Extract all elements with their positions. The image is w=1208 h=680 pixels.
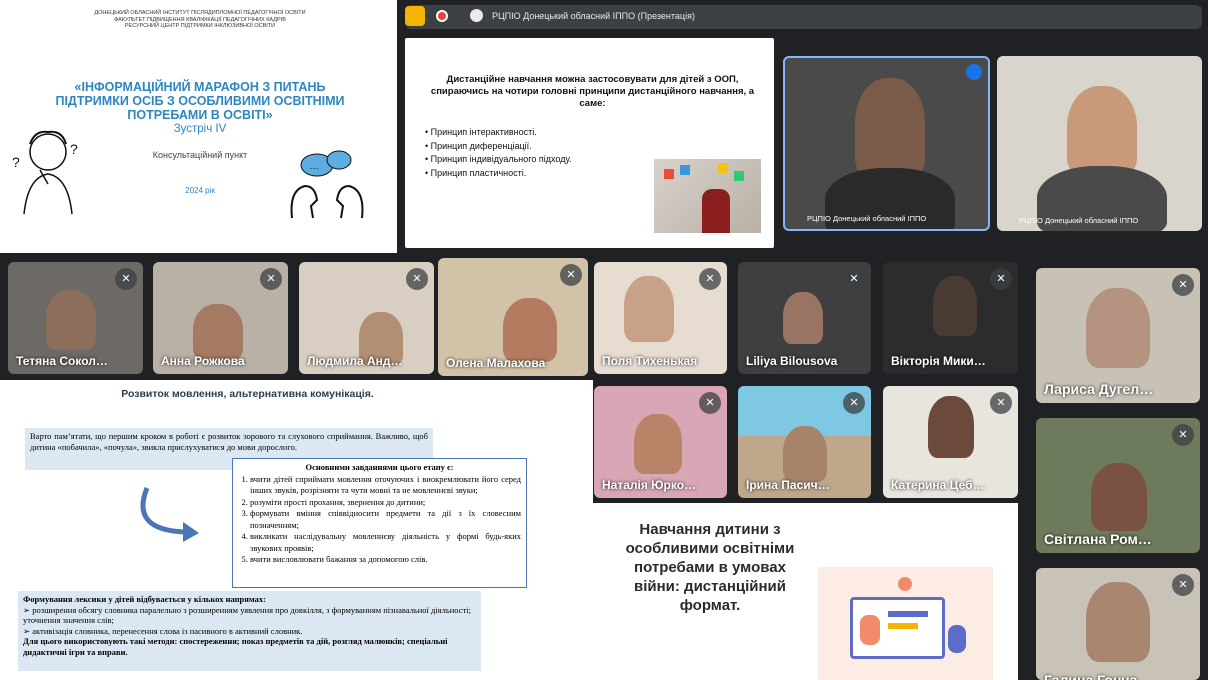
mic-off-icon: ✕	[1172, 424, 1194, 446]
participant-name: Liliya Bilousova	[746, 354, 838, 368]
svg-text:?: ?	[70, 141, 78, 157]
institution-line: РЕСУРСНИЙ ЦЕНТР ПІДТРИМКИ ІНКЛЮЗИВНОЇ ОС…	[124, 23, 276, 29]
participant-name: Вікторія Мики…	[891, 354, 986, 368]
participant-tile[interactable]: ✕ Світлана Ром…	[1036, 418, 1200, 553]
participant-name: Анна Рожкова	[161, 354, 245, 368]
mic-off-icon: ✕	[699, 392, 721, 414]
tasks-title: Основними завданнями цього етапу є:	[305, 462, 454, 472]
war-slide-title: Навчання дитини з особливими освітніми п…	[625, 521, 795, 614]
mic-off-icon: ✕	[1172, 274, 1194, 296]
svg-text:…: …	[309, 161, 319, 172]
participant-tile[interactable]: ✕ Анна Рожкова	[153, 262, 288, 374]
mic-off-icon: ✕	[843, 268, 865, 290]
list-item: ➢ розширення обсягу словника паралельно …	[23, 604, 471, 626]
speech-slide-title: Розвиток мовлення, альтернативна комунік…	[121, 388, 374, 400]
principles-list: • Принцип інтерактивності. • Принцип диф…	[425, 126, 572, 180]
participant-name: Катерина Цеб…	[891, 478, 985, 492]
lexicon-box: Формування лексики у дітей відбувається …	[18, 591, 481, 671]
speaking-icon	[966, 64, 982, 80]
child-wheelchair-image	[654, 159, 761, 233]
list-item: розуміти прості прохання, звернення до д…	[250, 497, 521, 509]
list-item: ➢ активізація словника, перенесення слов…	[23, 625, 303, 636]
hand-raise-button[interactable]	[405, 6, 425, 26]
mic-off-icon: ✕	[990, 268, 1012, 290]
mic-off-icon: ✕	[843, 392, 865, 414]
participant-name: Олена Малахова	[446, 356, 546, 370]
list-item: вчити дітей сприймати мовлення оточуючих…	[250, 474, 521, 497]
tasks-list: вчити дітей сприймати мовлення оточуючих…	[238, 474, 521, 566]
participant-name: Поля Тихенькая	[602, 354, 698, 368]
participant-tile[interactable]: ✕ Катерина Цеб…	[883, 386, 1018, 498]
mic-off-icon: ✕	[560, 264, 582, 286]
online-learning-illustration	[818, 567, 993, 680]
presentation-label[interactable]: РЦПІО Донецький обласний ІППО (Презентац…	[462, 6, 1202, 26]
participant-name: Тетяна Сокол…	[16, 354, 108, 368]
meeting-number: Зустріч IV	[173, 123, 227, 135]
shared-slide-title: Дистанційне навчання можна застосовувати…	[430, 74, 755, 109]
host-video-tile-1[interactable]: РЦПІО Донецький обласний ІППО	[783, 56, 990, 231]
participant-tile[interactable]: ✕ Поля Тихенькая	[594, 262, 727, 374]
participant-tile[interactable]: ✕ Liliya Bilousova	[738, 262, 871, 374]
mic-off-icon: ✕	[990, 392, 1012, 414]
participant-tile[interactable]: ✕ Олена Малахова	[438, 258, 588, 376]
marathon-title: «ІНФОРМАЦІЙНИЙ МАРАФОН З ПИТАНЬ ПІДТРИМК…	[55, 80, 345, 122]
host-label: РЦПІО Донецький обласний ІППО	[1019, 216, 1139, 225]
participant-tile[interactable]: ✕ Тетяна Сокол…	[8, 262, 143, 374]
participant-name: Світлана Ром…	[1044, 531, 1152, 547]
participant-tile[interactable]: ✕ Наталія Юрко…	[594, 386, 727, 498]
participant-name: Галина Гонча…	[1044, 672, 1152, 680]
record-icon	[436, 10, 448, 22]
institution-header: ДОНЕЦЬКИЙ ОБЛАСНИЙ ІНСТИТУТ ПІСЛЯДИПЛОМН…	[30, 10, 370, 30]
mic-off-icon: ✕	[115, 268, 137, 290]
participant-name: Лариса Дугел…	[1044, 381, 1154, 397]
mic-off-icon: ✕	[1172, 574, 1194, 596]
list-item: вчити висловлювати бажання за допомогою …	[250, 554, 521, 566]
participant-tile[interactable]: ✕ Галина Гонча…	[1036, 568, 1200, 680]
dialogue-heads-icon: …	[290, 150, 364, 219]
record-button[interactable]	[432, 6, 452, 26]
host-video-tile-2[interactable]: РЦПІО Донецький обласний ІППО	[997, 56, 1202, 231]
participant-name: Людмила Анд…	[307, 354, 403, 368]
thinking-man-icon: ? ?	[12, 130, 78, 215]
participant-tile[interactable]: ✕ Вікторія Мики…	[883, 262, 1018, 374]
host-label: РЦПІО Донецький обласний ІППО	[807, 214, 927, 223]
list-item: викликати наслідувальну мовленнєву діяль…	[250, 531, 521, 554]
mic-off-icon: ✕	[406, 268, 428, 290]
tasks-box: Основними завданнями цього етапу є: вчит…	[232, 458, 527, 588]
list-item: формувати вміння співвідносити предмети …	[250, 508, 521, 531]
mic-off-icon: ✕	[699, 268, 721, 290]
svg-text:?: ?	[12, 154, 20, 170]
participant-tile[interactable]: ✕ Лариса Дугел…	[1036, 268, 1200, 403]
participant-name: Ірина Пасич…	[746, 478, 830, 492]
lexicon-title: Формування лексики у дітей відбувається …	[23, 594, 266, 604]
list-item: • Принцип диференціації.	[425, 140, 532, 151]
participant-name: Наталія Юрко…	[602, 478, 697, 492]
list-item: • Принцип індивідуального підходу.	[425, 154, 572, 164]
list-item: • Принцип пластичності.	[425, 167, 527, 178]
participant-tile[interactable]: ✕ Ірина Пасич…	[738, 386, 871, 498]
participant-tile[interactable]: ✕ Людмила Анд…	[299, 262, 434, 374]
mic-off-icon: ✕	[260, 268, 282, 290]
presenter-avatar-icon	[470, 9, 483, 22]
curved-arrow-icon	[140, 487, 199, 542]
methods-text: Для цього використовують такі методи: сп…	[23, 636, 448, 657]
list-item: • Принцип інтерактивності.	[425, 127, 537, 137]
